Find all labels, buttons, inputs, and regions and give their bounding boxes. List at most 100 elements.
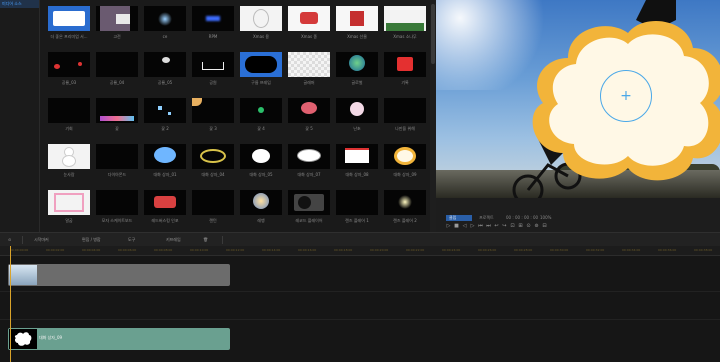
sticker-tile[interactable]: 꽃 [94,98,140,134]
sticker-tile[interactable]: 레코드 플레이어 [286,190,332,226]
tab-clip[interactable]: 클립 [446,215,472,221]
time-ruler[interactable]: 00:00:00:00 00:00:02:00 00:00:04:00 00:00:0… [0,246,720,256]
preview-window[interactable]: + [436,0,720,198]
add-content-icon[interactable]: + [600,70,652,122]
sticker-thumbnail [288,144,330,169]
tree-item[interactable] [0,88,39,96]
sticker-tile[interactable]: 공원 [190,52,236,88]
sticker-tile[interactable]: 대화 상자_05 [238,144,284,180]
sticker-tile[interactable]: 말굽 [46,190,92,226]
tree-item[interactable] [0,80,39,88]
playback-control-icon[interactable]: ⊟ [542,223,547,229]
sticker-tile[interactable]: 대화 상자_01 [142,144,188,180]
sticker-tile[interactable]: 기록 [382,52,428,88]
sticker-tile[interactable]: 글래머 [286,52,332,88]
playback-control-icon[interactable]: ⏭ [486,223,491,229]
sticker-tile[interactable]: Xmas 종 [286,6,332,42]
sticker-tile[interactable]: 대화 상자_08 [334,144,380,180]
sticker-thumbnail [288,6,330,31]
sticker-tile[interactable]: 눈사람 [46,144,92,180]
sticker-tile[interactable]: 랜턴 [190,190,236,226]
tree-item[interactable] [0,152,39,160]
sticker-label: 꽃 5 [305,126,313,131]
tree-item[interactable] [0,16,39,24]
sticker-tile[interactable]: Xmas 용 [238,6,284,42]
sticker-tile[interactable]: 레드버스킹 인포 [142,190,188,226]
sticker-tile[interactable]: Xmas 선물 [334,6,380,42]
tree-item[interactable] [0,8,39,16]
tree-item[interactable] [0,24,39,32]
settings-icon[interactable]: ⊙ [8,237,11,242]
sticker-tile[interactable]: 대화 상자_04 [190,144,236,180]
sticker-tile[interactable]: ce [142,6,188,42]
playback-control-icon[interactable]: ↪ [502,223,507,229]
tree-item[interactable]: 미디어 소스 [0,0,39,8]
tools-button[interactable]: 도구 [128,237,135,243]
sticker-clip[interactable]: 대화 상자_09 [8,328,230,350]
sticker-tile[interactable]: 더 좋은 프리미엄 서... [46,6,92,42]
tree-item[interactable] [0,32,39,40]
tree-item[interactable] [0,48,39,56]
tree-item[interactable] [0,96,39,104]
tree-item[interactable] [0,72,39,80]
sticker-tile[interactable]: 모자 스케이트보드 [94,190,140,226]
sticker-tile[interactable]: 공룡_05 [142,52,188,88]
sticker-tile[interactable]: 구름 프레임 [238,52,284,88]
playback-control-icon[interactable]: ◁ [462,223,467,229]
sticker-tile[interactable]: 꽃 5 [286,98,332,134]
edit-merge-button[interactable]: 편집 / 병합 [82,237,101,243]
tree-item[interactable] [0,136,39,144]
tree-item[interactable] [0,128,39,136]
playback-control-icon[interactable]: ⊡ [510,223,515,229]
playhead[interactable] [10,246,11,362]
tree-item[interactable] [0,40,39,48]
tree-item[interactable] [0,112,39,120]
playback-control-icon[interactable]: ▷ [470,223,475,229]
ruler-tick-label: 00:00:32:00 [586,248,605,252]
tree-item[interactable] [0,56,39,64]
sticker-tile[interactable]: 난초 [334,98,380,134]
sticker-thumbnail [144,52,186,77]
sticker-tile[interactable]: 글로벌 [334,52,380,88]
tree-item[interactable] [0,64,39,72]
playback-control-icon[interactable]: ⏮ [478,223,483,229]
sticker-tile[interactable]: 공룡_04 [94,52,140,88]
sticker-label: Xmas 종 [300,34,318,39]
sticker-tile[interactable]: 기회 [46,98,92,134]
video-clip[interactable] [8,264,230,286]
tree-item[interactable] [0,144,39,152]
sticker-tile[interactable]: 꽃 4 [238,98,284,134]
sticker-tile[interactable]: Xmas 소나무 [382,6,428,42]
sticker-thumbnail [48,98,90,123]
playback-control-icon[interactable]: ↩ [494,223,499,229]
keyframe-button[interactable]: 키프레임 [166,237,181,243]
playback-control-icon[interactable]: ■ [454,223,459,229]
sticker-tile[interactable]: 대화 상자_07 [286,144,332,180]
zoom-select[interactable]: 100% [540,215,551,221]
sticker-tile[interactable]: 꽃 3 [190,98,236,134]
sticker-thumbnail [96,190,138,215]
sticker-thumbnail [240,98,282,123]
sticker-tile[interactable]: 렌즈 플레어 2 [382,190,428,226]
tab-project[interactable]: 프로젝트 [476,215,500,221]
sticker-thumbnail [384,144,426,169]
sticker-tile[interactable]: 꽃 2 [142,98,188,134]
sticker-tile[interactable]: 나만을 위해 [382,98,428,134]
scrollbar-thumb[interactable] [431,4,435,64]
sticker-tile[interactable]: 고전 [94,6,140,42]
playback-control-icon[interactable]: ▷ [446,223,451,229]
sticker-tile[interactable]: RPM [190,6,236,42]
sticker-tile[interactable]: 레뱅 [238,190,284,226]
tree-item[interactable] [0,104,39,112]
start-marker-button[interactable]: 시작마커 [34,237,49,243]
tree-item[interactable] [0,120,39,128]
sticker-label: 다이아몬드 [107,172,127,177]
sticker-tile[interactable]: 공룡_03 [46,52,92,88]
sticker-tile[interactable]: 대화 상자_09 [382,144,428,180]
playback-control-icon[interactable]: ⊚ [534,223,539,229]
playback-control-icon[interactable]: ⊞ [518,223,523,229]
playback-control-icon[interactable]: ⊙ [526,223,531,229]
sticker-tile[interactable]: 다이아몬드 [94,144,140,180]
sticker-tile[interactable]: 렌즈 플레어 1 [334,190,380,226]
delete-icon[interactable]: 🗑 [203,237,208,242]
